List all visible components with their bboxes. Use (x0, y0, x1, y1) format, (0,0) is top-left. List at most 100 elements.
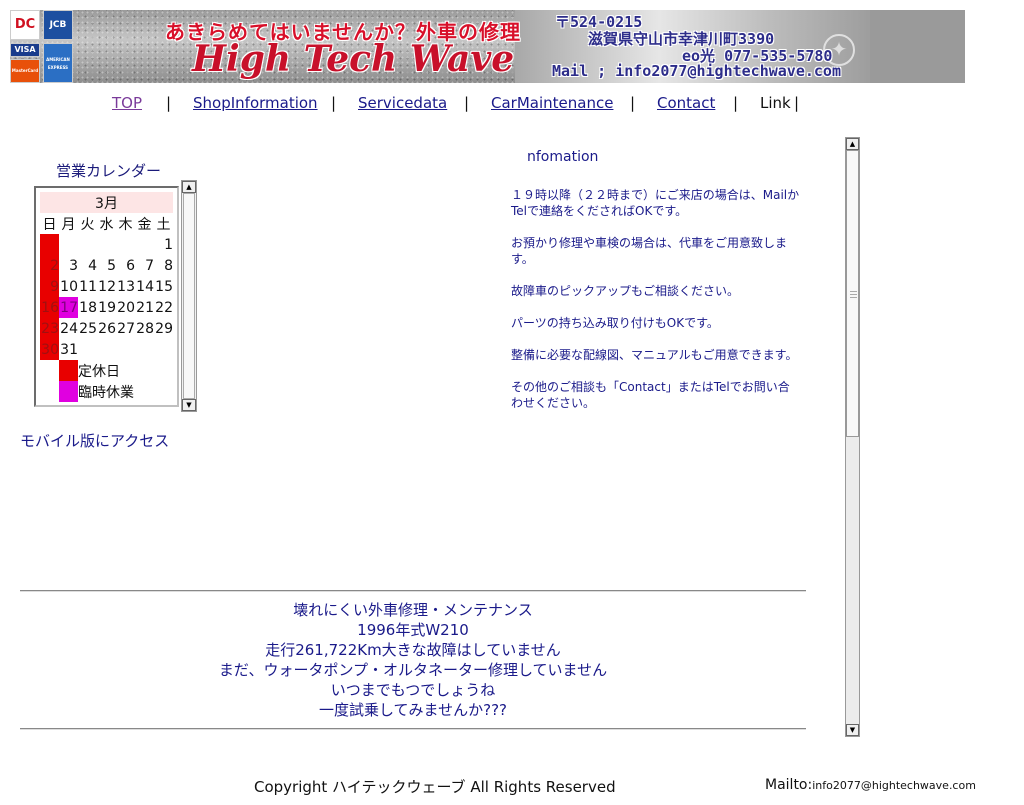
nav-shopinformation-link[interactable]: ShopInformation (193, 94, 318, 112)
calendar-day: 3 (69, 257, 78, 274)
calendar-day: 20 (117, 299, 135, 316)
calendar-day (135, 339, 154, 360)
scroll-down-icon[interactable]: ▼ (182, 399, 196, 411)
info-paragraph: 整備に必要な配線図、マニュアルもご用意できます。 (511, 348, 798, 362)
calendar-day: 16 (40, 297, 59, 318)
info-paragraph: お預かり修理や車検の場合は、代車をご用意致します。 (511, 236, 788, 266)
calendar-day: 21 (136, 299, 154, 316)
mail-address: Mail ; info2077@hightechwave.com (552, 62, 841, 80)
calendar-title: 営業カレンダー (56, 162, 162, 180)
info-body: １９時以降（２２時まで）にご来店の場合は、MailかTelで連絡をくだされば​O… (511, 187, 801, 427)
info-paragraph: １９時以降（２２時まで）にご来店の場合は、MailかTelで連絡をくだされば​O… (511, 188, 800, 218)
grip-line (850, 297, 857, 298)
legend-temporary-label: 臨時休業 (78, 384, 134, 401)
main-navigation: TOP | ShopInformation | Servicedata | Ca… (0, 94, 1024, 114)
calendar-day (135, 234, 154, 255)
calendar-scrollbar[interactable]: ▲ ▼ (181, 180, 197, 412)
legend-closed-swatch (59, 360, 78, 381)
nav-link-item[interactable]: Link (760, 94, 791, 112)
calendar-day (97, 339, 116, 360)
calendar-day: 9 (40, 276, 59, 297)
nav-separator: | (630, 94, 636, 112)
weekday-header: 土 (154, 213, 173, 234)
calendar-table: 3月 日 月 火 水 木 金 土 1 2 3 4 5 6 7 8 9 10 11… (40, 192, 173, 402)
copyright-text: Copyright ハイテックウェーブ All Rights Reserved (254, 778, 616, 796)
promo-line: 壊れにくい外車修理・メンテナンス (293, 601, 533, 619)
calendar-day: 18 (79, 299, 97, 316)
calendar-day: 13 (117, 278, 135, 295)
calendar-day: 1 (164, 236, 173, 253)
mailto-label: Mailto: (765, 777, 813, 793)
calendar-day (59, 234, 78, 255)
nav-separator: | (166, 94, 172, 112)
divider (20, 590, 806, 592)
divider (20, 728, 806, 730)
mailto-address[interactable]: info2077@hightechwave.com (812, 779, 976, 792)
calendar-day: 2 (40, 255, 59, 276)
scroll-up-icon[interactable]: ▲ (182, 181, 196, 193)
info-paragraph: その他のご相談も「Contact」またはTelでお問い合わせください。 (511, 380, 790, 410)
promo-block: 壊れにくい外車修理・メンテナンス 1996年式W210 走行261,722Km大… (20, 600, 806, 720)
calendar-day: 5 (107, 257, 116, 274)
nav-top-link[interactable]: TOP (112, 94, 142, 112)
info-paragraph: パーツの持ち込み取り付けもOKです。 (511, 316, 719, 330)
calendar-day: 23 (40, 318, 59, 339)
legend-row: 臨時休業 (40, 381, 173, 402)
calendar-frame[interactable]: 3月 日 月 火 水 木 金 土 1 2 3 4 5 6 7 8 9 10 11… (34, 186, 179, 407)
calendar-day: 14 (136, 278, 154, 295)
calendar-day: 4 (88, 257, 97, 274)
nav-separator: | (464, 94, 470, 112)
info-paragraph: 故障車のピックアップもご相談ください。 (511, 284, 740, 298)
weekday-header: 火 (78, 213, 97, 234)
calendar-day (40, 234, 59, 255)
calendar-day: 11 (79, 278, 97, 295)
weekday-header: 月 (59, 213, 78, 234)
scroll-up-icon[interactable]: ▲ (846, 138, 859, 150)
calendar-day (116, 234, 135, 255)
calendar-day: 26 (98, 320, 116, 337)
promo-line: まだ、ウォータポンプ・オルタネーター修理していません (218, 661, 608, 679)
calendar-day-temporary-closed: 17 (59, 297, 78, 318)
legend-temporary-swatch (59, 381, 78, 402)
calendar-day (154, 339, 173, 360)
main-scrollbar[interactable]: ▲ ▼ (845, 137, 860, 737)
calendar-day: 28 (136, 320, 154, 337)
calendar-day: 27 (117, 320, 135, 337)
calendar-day: 25 (79, 320, 97, 337)
calendar-day: 29 (155, 320, 173, 337)
mobile-site-link[interactable]: モバイル版にアクセス (20, 430, 169, 451)
visa-card-logo: VISA (10, 43, 40, 57)
scroll-thumb[interactable] (846, 150, 859, 437)
scroll-thumb[interactable] (183, 193, 195, 399)
nav-separator: | (794, 94, 800, 112)
legend-closed-label: 定休日 (78, 363, 120, 380)
weekday-header: 金 (135, 213, 154, 234)
calendar-day: 8 (164, 257, 173, 274)
calendar-week: 9 10 11 12 13 14 15 (40, 276, 173, 297)
calendar-day: 7 (145, 257, 154, 274)
legend-row: 定休日 (40, 360, 173, 381)
nav-separator: | (733, 94, 739, 112)
calendar-week: 30 31 (40, 339, 173, 360)
promo-line: 走行261,722Km大きな故障はしていません (265, 641, 561, 659)
mailto-link[interactable]: Mailto:info2077@hightechwave.com (765, 777, 976, 793)
calendar-day: 24 (60, 320, 78, 337)
calendar-day: 15 (155, 278, 173, 295)
nav-servicedata-link[interactable]: Servicedata (358, 94, 447, 112)
banner-right-panel (870, 10, 965, 83)
info-title: nfomation (527, 149, 599, 165)
brand-logo-text: High Tech Wave (192, 38, 515, 80)
calendar-week: 2 3 4 5 6 7 8 (40, 255, 173, 276)
calendar-day: 22 (155, 299, 173, 316)
promo-line: 一度試乗してみませんか??? (319, 701, 507, 719)
weekday-header: 日 (40, 213, 59, 234)
scroll-down-icon[interactable]: ▼ (846, 724, 859, 736)
nav-contact-link[interactable]: Contact (657, 94, 715, 112)
grip-line (850, 291, 857, 292)
mastercard-logo: MasterCard (10, 59, 40, 83)
calendar-day: 31 (60, 341, 78, 358)
grip-line (850, 294, 857, 295)
calendar-day: 12 (98, 278, 116, 295)
calendar-day: 30 (40, 339, 59, 360)
nav-carmaintenance-link[interactable]: CarMaintenance (491, 94, 613, 112)
